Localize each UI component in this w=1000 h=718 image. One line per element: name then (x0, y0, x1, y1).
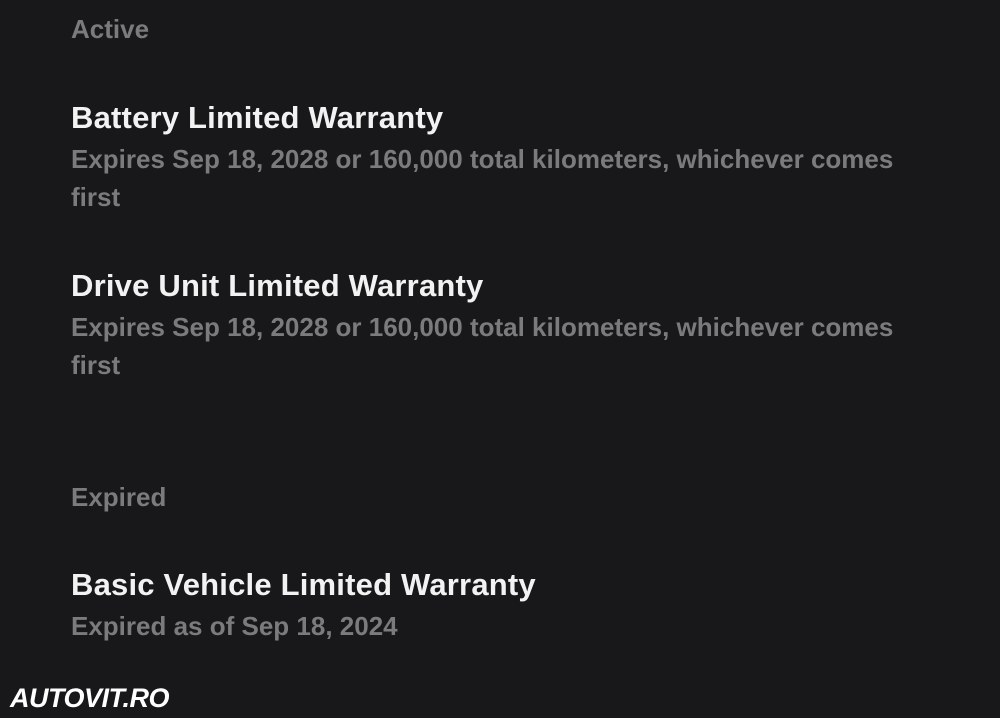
warranty-item-battery: Battery Limited Warranty Expires Sep 18,… (71, 98, 901, 216)
expired-section-header: Expired (71, 482, 167, 512)
warranty-title: Basic Vehicle Limited Warranty (71, 567, 536, 602)
warranty-title: Drive Unit Limited Warranty (71, 268, 484, 303)
watermark-logo: AUTOVIT.RO (10, 683, 170, 713)
warranty-item-basic-vehicle: Basic Vehicle Limited Warranty Expired a… (71, 565, 901, 645)
active-section-header: Active (71, 14, 150, 44)
warranty-title: Battery Limited Warranty (71, 100, 444, 135)
warranty-detail: Expires Sep 18, 2028 or 160,000 total ki… (71, 144, 894, 212)
warranty-item-drive-unit: Drive Unit Limited Warranty Expires Sep … (71, 266, 901, 384)
warranty-detail: Expires Sep 18, 2028 or 160,000 total ki… (71, 312, 894, 380)
warranty-detail: Expired as of Sep 18, 2024 (71, 611, 398, 641)
